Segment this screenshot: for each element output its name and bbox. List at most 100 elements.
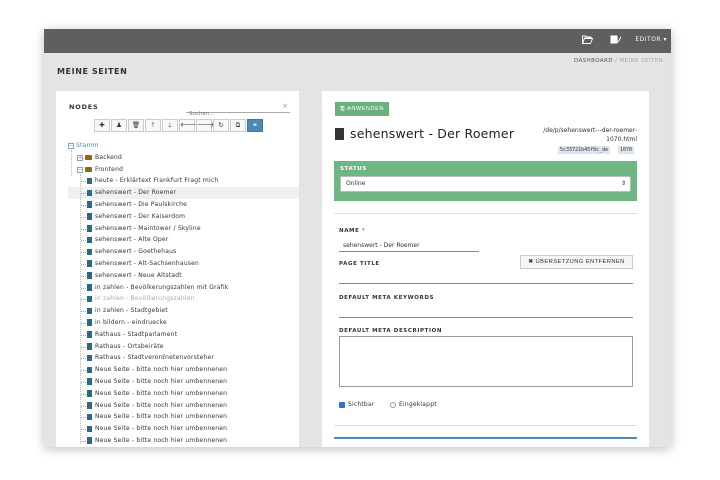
breadcrumb-dashboard[interactable]: DASHBOARD bbox=[574, 58, 613, 64]
tree-connector bbox=[81, 287, 86, 289]
tree-connector bbox=[81, 322, 86, 324]
tree-node-page[interactable]: sehenswert - Der Kaiserdom bbox=[68, 211, 299, 223]
tree-node-page[interactable]: sehenswert - Die Paulskirche bbox=[68, 199, 299, 211]
refresh-button[interactable]: ↻ bbox=[213, 119, 229, 132]
page-url[interactable]: /de/p/sehenswert---der-roemer-1070.html bbox=[517, 126, 637, 144]
folder-icon bbox=[85, 166, 92, 172]
tree-connector bbox=[81, 429, 86, 431]
tree-connector bbox=[81, 334, 86, 336]
collapsed-checkbox[interactable] bbox=[390, 402, 396, 408]
page-icon bbox=[87, 307, 92, 315]
share-button[interactable]: ⚭ bbox=[247, 119, 263, 132]
tree-node-page[interactable]: heute - Erklärtext Frankfurt Fragt mich bbox=[68, 175, 299, 187]
app-window: EDITOR ▾ MEINE SEITEN DASHBOARD / MEINE … bbox=[44, 29, 671, 447]
tree-node-page[interactable]: Neue Seite - bitte noch hier umbennenen bbox=[68, 376, 299, 388]
page-title-input[interactable] bbox=[339, 283, 633, 284]
status-select[interactable]: Online ⇕ bbox=[340, 176, 631, 192]
tree-node-page[interactable]: in zahlen - Stadtgebiet bbox=[68, 305, 299, 317]
tree-node-label: Neue Seite - bitte noch hier umbennenen bbox=[95, 389, 228, 397]
tree-node-page[interactable]: Neue Seite - bitte noch hier umbennenen bbox=[68, 388, 299, 400]
arrow-right-button[interactable]: 🡒 bbox=[196, 119, 215, 132]
tree-node-page[interactable]: sehenswert - Goethehaus bbox=[68, 246, 299, 258]
tree-node-page[interactable]: sehenswert - Alte Oper bbox=[68, 234, 299, 246]
tree-node-page[interactable]: in zahlen - Bevölkerungszahlen bbox=[68, 293, 299, 305]
apply-button[interactable]: 🖫 ANWENDEN bbox=[335, 102, 390, 116]
page-title-label: PAGE TITLE bbox=[339, 261, 380, 267]
page-icon bbox=[87, 260, 92, 267]
page-icon bbox=[87, 189, 92, 197]
person-button[interactable]: ♟ bbox=[111, 119, 127, 132]
document-title: sehenswert - Der Roemer bbox=[350, 126, 515, 141]
tree-node-label: Neue Seite - bitte noch hier umbennenen bbox=[95, 425, 228, 433]
collapse-icon[interactable]: − bbox=[77, 166, 83, 173]
page-icon bbox=[87, 248, 92, 256]
clear-search-icon[interactable]: × bbox=[282, 102, 288, 110]
arrow-right-icon: 🡒 bbox=[197, 121, 215, 129]
tree-node-page[interactable]: Neue Seite - bitte noch hier umbennenen bbox=[68, 400, 299, 412]
tree-node-label: Frontend bbox=[95, 165, 124, 173]
page-icon bbox=[87, 213, 92, 220]
page-icon bbox=[87, 236, 92, 244]
tree-node-page[interactable]: Rathaus - Ortsbeiräte bbox=[68, 341, 299, 353]
name-field-underline bbox=[339, 251, 479, 252]
tree-node-page[interactable]: sehenswert - Maintower / Skyline bbox=[68, 223, 299, 235]
page-icon bbox=[87, 402, 92, 409]
tree-node-label: Neue Seite - bitte noch hier umbennenen bbox=[95, 377, 228, 385]
apply-label: ANWENDEN bbox=[347, 106, 385, 112]
tree-node-page[interactable]: Neue Seite - bitte noch hier umbennenen bbox=[68, 423, 299, 435]
arrow-up-button[interactable]: 🡑 bbox=[145, 119, 161, 132]
name-label-text: NAME bbox=[339, 228, 360, 234]
add-button[interactable]: ✚ bbox=[94, 119, 110, 132]
meta-description-textarea[interactable] bbox=[339, 336, 633, 387]
tree-node-page[interactable]: sehenswert - Neue Altstadt bbox=[68, 270, 299, 282]
tree-node-page[interactable]: Rathaus - Stadtverordnetenvorsteher bbox=[68, 352, 299, 364]
tree-connector bbox=[81, 346, 86, 348]
tree-node-frontend[interactable]: − Frontend bbox=[68, 164, 299, 176]
expand-icon[interactable]: + bbox=[77, 154, 83, 161]
arrow-down-icon: 🡓 bbox=[168, 121, 172, 129]
tree-node-label: sehenswert - Die Paulskirche bbox=[95, 200, 188, 208]
folder-open-icon[interactable] bbox=[581, 35, 594, 47]
tree-node-page[interactable]: Neue Seite - bitte noch hier umbennenen bbox=[68, 435, 299, 447]
page-number-badge: 1070 bbox=[618, 146, 635, 154]
collapse-icon[interactable]: − bbox=[68, 143, 74, 149]
tree-node-page[interactable]: sehenswert - Der Roemer bbox=[68, 187, 299, 199]
tree-node-page[interactable]: in bildern - eindruecke bbox=[68, 317, 299, 329]
node-toolbar: ✚ ♟ 🗑 🡑 🡓 🡐 🡒 ↻ ⧉ ⚭ bbox=[94, 119, 264, 132]
tree-connector bbox=[81, 240, 86, 242]
page-icon bbox=[87, 331, 92, 338]
book-edit-icon[interactable] bbox=[610, 35, 622, 47]
top-navbar: EDITOR ▾ bbox=[44, 29, 671, 53]
arrow-left-button[interactable]: 🡐 bbox=[179, 119, 198, 132]
page-title: MEINE SEITEN bbox=[57, 67, 128, 76]
editor-menu[interactable]: EDITOR ▾ bbox=[635, 36, 667, 43]
page-icon bbox=[87, 437, 92, 444]
tree-node-page[interactable]: Neue Seite - bitte noch hier umbennenen bbox=[68, 364, 299, 376]
meta-keywords-input[interactable] bbox=[339, 317, 633, 318]
tree-node-page[interactable]: Rathaus - Stadtparlament bbox=[68, 329, 299, 341]
nodes-heading: NODES bbox=[69, 103, 99, 111]
remove-translation-button[interactable]: ✖ ÜBERSETZUNG ENTFERNEN bbox=[520, 255, 633, 269]
arrow-down-button[interactable]: 🡓 bbox=[162, 119, 178, 132]
arrow-left-icon: 🡐 bbox=[180, 121, 198, 129]
tree-node-page[interactable]: sehenswert - Alt-Sachsenhausen bbox=[68, 258, 299, 270]
name-field[interactable]: sehenswert - Der Roemer bbox=[343, 242, 420, 249]
tree-node-page[interactable]: in zahlen - Bevölkerungszahlen mit Grafi… bbox=[68, 282, 299, 294]
page-icon bbox=[87, 390, 92, 397]
copy-icon: ⧉ bbox=[235, 121, 241, 129]
trash-button[interactable]: 🗑 bbox=[128, 119, 144, 132]
copy-button[interactable]: ⧉ bbox=[230, 119, 246, 132]
tree-connector bbox=[81, 381, 86, 383]
tree-node-backend[interactable]: + Backend bbox=[68, 152, 299, 164]
tree-connector bbox=[81, 216, 86, 218]
tree-node-label: sehenswert - Der Kaiserdom bbox=[95, 212, 186, 220]
node-search-input[interactable] bbox=[186, 108, 281, 117]
visible-checkbox[interactable] bbox=[339, 402, 345, 408]
page-icon bbox=[87, 225, 92, 232]
tree-connector bbox=[81, 358, 86, 360]
tree-connector bbox=[81, 299, 86, 301]
tree-connector bbox=[81, 228, 86, 230]
tree-node-page[interactable]: Neue Seite - bitte noch hier umbennenen bbox=[68, 411, 299, 423]
close-icon: ✖ bbox=[528, 259, 536, 265]
tree-node-stamm[interactable]: − Stamm bbox=[68, 140, 299, 152]
